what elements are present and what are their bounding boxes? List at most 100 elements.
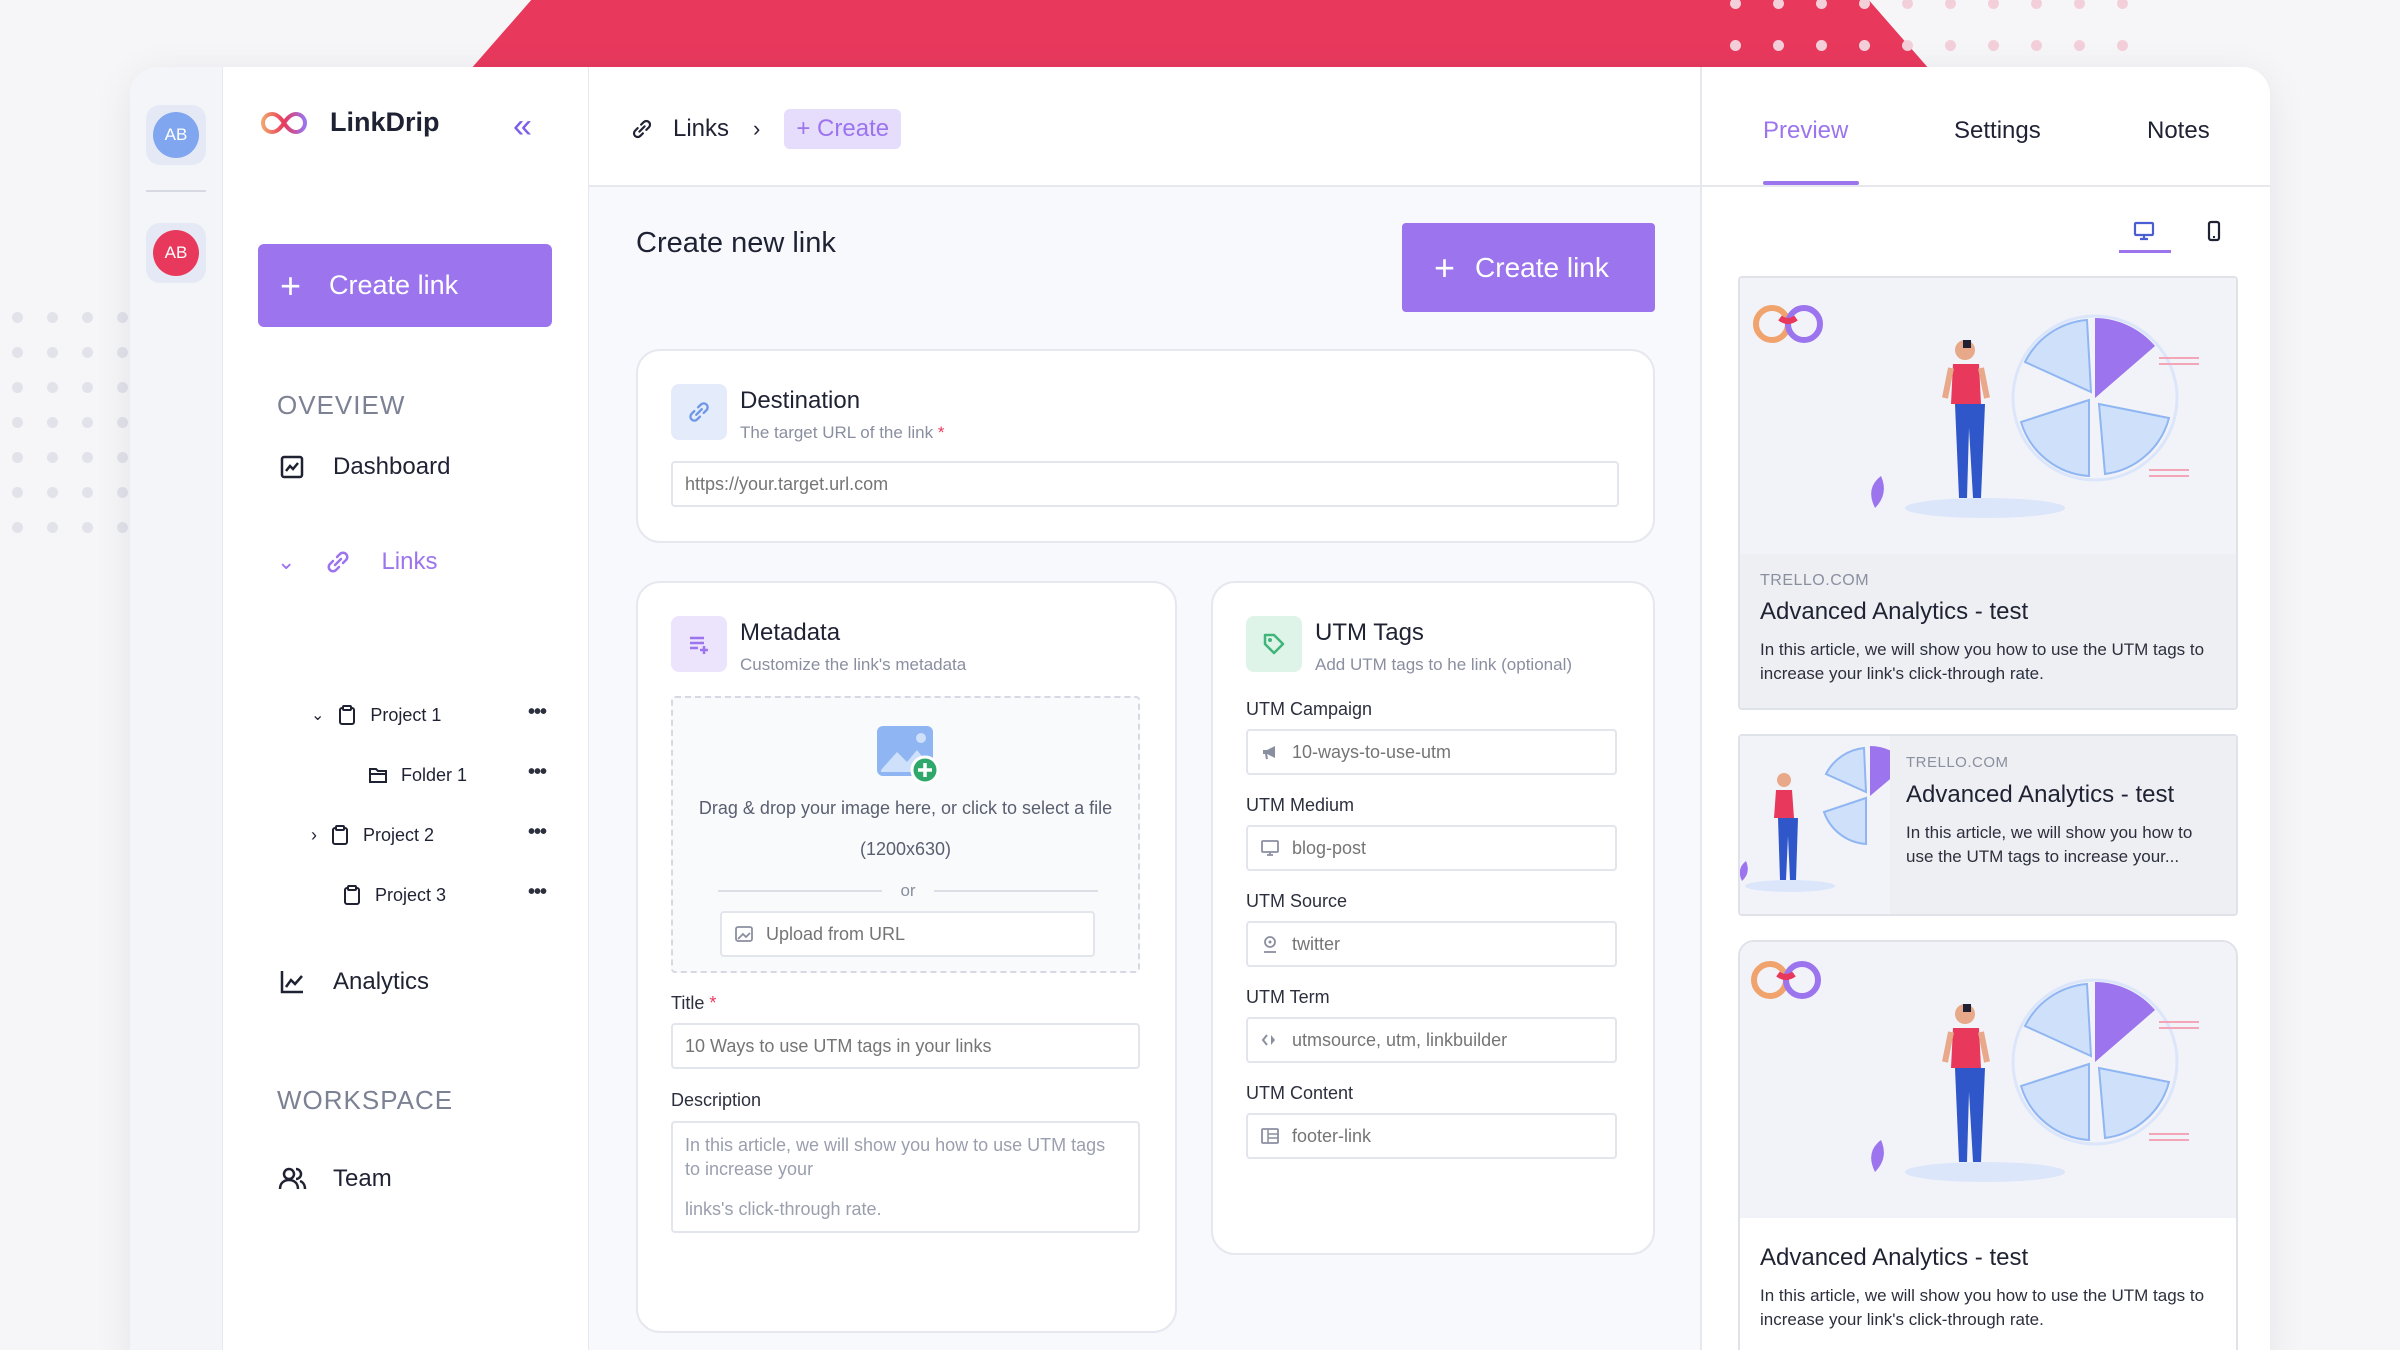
preview-card-rounded[interactable]: Advanced Analytics - test In this articl… [1738, 940, 2238, 1350]
preview-description: In this article, we will show you how to… [1906, 823, 2193, 866]
workspace-avatar[interactable]: AB [146, 223, 206, 283]
card-subtitle: The target URL of the link * [740, 423, 944, 443]
chevron-down-icon[interactable]: ⌄ [277, 549, 295, 575]
utm-source-input[interactable] [1246, 921, 1617, 967]
illustration-image [1751, 961, 2199, 1182]
chevron-down-icon[interactable]: ⌄ [311, 705, 324, 725]
mobile-icon[interactable] [2202, 219, 2226, 243]
tree-item-project-1[interactable]: ⌄ Project 1 [311, 704, 441, 726]
utm-medium-label: UTM Medium [1246, 795, 1355, 815]
section-label-workspace: WORKSPACE [277, 1085, 454, 1115]
team-icon [278, 1167, 307, 1190]
code-icon [1261, 1034, 1275, 1046]
card-title: Destination [740, 387, 861, 414]
avatar-label: AB [153, 112, 199, 158]
breadcrumb-create-label: Create [817, 115, 890, 142]
card-subtitle-text: The target URL of the link [740, 423, 934, 442]
active-tab-indicator [1763, 181, 1859, 185]
background-banner [470, 0, 1930, 70]
image-dropzone[interactable]: Drag & drop your image here, or click to… [671, 696, 1140, 973]
breadcrumb-create[interactable]: + Create [784, 109, 902, 149]
nav-item-team[interactable]: Team [277, 1164, 392, 1194]
utm-content-field[interactable] [1292, 1125, 1615, 1147]
preview-body: TRELLO.COM Advanced Analytics - test In … [1740, 554, 2236, 708]
more-options-icon[interactable]: ••• [528, 881, 547, 904]
description-line: links's click-through rate. [685, 1199, 882, 1219]
workspace-rail: AB AB [130, 67, 223, 1350]
metadata-icon [671, 616, 727, 672]
destination-url-field[interactable] [685, 473, 1617, 495]
main-panel: Links › + Create Create new link + Creat… [589, 67, 1700, 1350]
destination-url-input[interactable] [671, 461, 1619, 507]
utm-term-field[interactable] [1292, 1029, 1615, 1051]
preview-description: In this article, we will show you how to… [1760, 640, 2205, 683]
title-label-text: Title [671, 993, 705, 1013]
chevron-right-icon[interactable]: › [311, 825, 317, 846]
app-window: AB AB LinkDrip « + Create link OVEVIEW D… [130, 67, 2270, 1350]
tab-settings[interactable]: Settings [1954, 117, 2041, 145]
brand[interactable]: LinkDrip [258, 107, 440, 138]
location-icon [1264, 936, 1276, 953]
preview-description: In this article, we will show you how to… [1760, 1286, 2205, 1329]
plus-icon: + [280, 264, 302, 306]
utm-medium-input[interactable] [1246, 825, 1617, 871]
description-line: to increase your [685, 1159, 814, 1179]
page-title: Create new link [636, 227, 836, 259]
nav-label: Team [333, 1165, 392, 1192]
clipboard-icon [344, 885, 360, 905]
required-mark: * [937, 423, 945, 442]
nav-item-links[interactable]: ⌄ Links [277, 547, 437, 577]
utm-content-label: UTM Content [1246, 1083, 1354, 1103]
title-label: Title * [671, 993, 716, 1014]
create-link-button[interactable]: + Create link [1402, 223, 1655, 312]
avatar-label: AB [153, 230, 199, 276]
nav-item-analytics[interactable]: Analytics [277, 967, 429, 997]
workspace-avatar[interactable]: AB [146, 105, 206, 165]
more-options-icon[interactable]: ••• [528, 701, 547, 724]
description-textarea[interactable]: In this article, we will show you how to… [671, 1121, 1140, 1233]
or-divider: or [718, 881, 1098, 901]
tree-label: Project 2 [363, 824, 435, 845]
tree-item-folder-1[interactable]: Folder 1 [367, 764, 467, 786]
title-field[interactable] [685, 1035, 1138, 1057]
utm-campaign-field[interactable] [1292, 741, 1615, 763]
utm-medium-field[interactable] [1292, 837, 1615, 859]
device-indicator [2119, 250, 2171, 253]
title-input[interactable] [671, 1023, 1140, 1069]
utm-content-input[interactable] [1246, 1113, 1617, 1159]
nav-label: Analytics [333, 968, 430, 995]
upload-url-field[interactable] [766, 923, 1093, 945]
more-options-icon[interactable]: ••• [528, 821, 547, 844]
illustration-image [1740, 746, 1908, 892]
tag-icon [1246, 616, 1302, 672]
app-name: LinkDrip [330, 107, 440, 137]
metadata-card: Metadata Customize the link's metadata D… [636, 581, 1177, 1333]
link-icon [327, 551, 349, 573]
sidebar: LinkDrip « + Create link OVEVIEW Dashboa… [223, 67, 589, 1350]
utm-term-input[interactable] [1246, 1017, 1617, 1063]
preview-card-compact[interactable]: TRELLO.COM Advanced Analytics - test In … [1738, 734, 2238, 916]
breadcrumb-links[interactable]: Links [673, 115, 729, 143]
utm-campaign-input[interactable] [1246, 729, 1617, 775]
illustration-image [1753, 305, 2199, 518]
create-link-button[interactable]: + Create link [258, 244, 552, 327]
tree-item-project-3[interactable]: Project 3 [341, 884, 446, 906]
more-options-icon[interactable]: ••• [528, 761, 547, 784]
tree-item-project-2[interactable]: › Project 2 [311, 824, 434, 846]
dropzone-size: (1200x630) [859, 839, 952, 859]
preview-title: Advanced Analytics - test [1760, 1244, 2029, 1271]
tree-label: Folder 1 [401, 764, 468, 785]
decorative-dots [1730, 0, 2128, 51]
card-subtitle: Customize the link's metadata [740, 655, 967, 674]
utm-source-label: UTM Source [1246, 891, 1348, 911]
collapse-sidebar-icon[interactable]: « [513, 109, 532, 143]
desktop-icon[interactable] [2132, 219, 2156, 243]
utm-source-field[interactable] [1292, 933, 1615, 955]
layout-icon [1261, 1128, 1279, 1144]
or-label: or [900, 881, 916, 900]
nav-item-dashboard[interactable]: Dashboard [277, 452, 450, 482]
tab-preview[interactable]: Preview [1763, 117, 1848, 145]
upload-url-input[interactable] [720, 911, 1095, 957]
tab-notes[interactable]: Notes [2147, 117, 2210, 145]
preview-card-large[interactable]: TRELLO.COM Advanced Analytics - test In … [1738, 276, 2238, 710]
